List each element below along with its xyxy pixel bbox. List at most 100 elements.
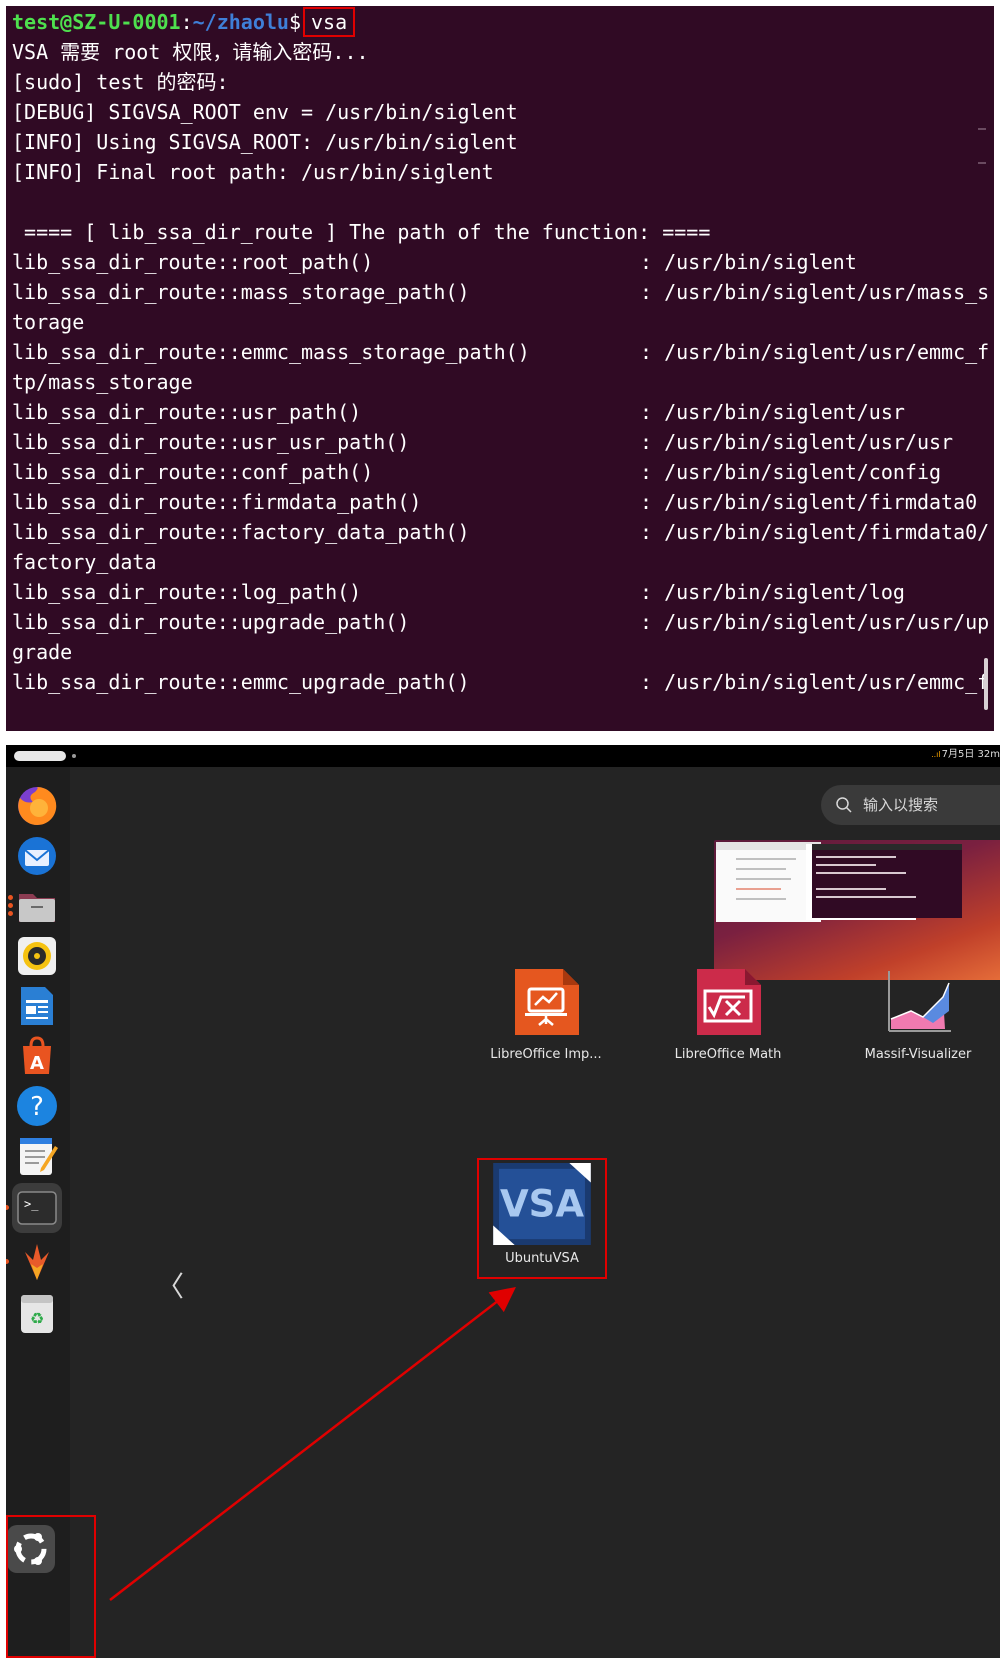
app-tile-libreoffice-impress[interactable]: LibreOffice Imp... — [466, 967, 626, 1062]
top-bar-status[interactable]: ..ıl7月5日 32m — [931, 745, 1000, 760]
route-name: lib_ssa_dir_route::emmc_upgrade_path() — [12, 670, 470, 694]
prompt-path: ~/zhaolu — [192, 10, 289, 34]
route-line: lib_ssa_dir_route::upgrade_path(): /usr/… — [12, 606, 989, 638]
thumb-text — [816, 896, 916, 898]
route-value: : /usr/bin/siglent — [640, 250, 857, 274]
thumb-text — [816, 864, 876, 866]
route-line: lib_ssa_dir_route::usr_usr_path() : /usr/… — [12, 426, 953, 458]
dock-item-text-editor[interactable] — [12, 1131, 62, 1181]
dock-item-writer[interactable] — [12, 981, 62, 1031]
activities-indicator[interactable] — [14, 751, 76, 761]
command-text: vsa — [303, 7, 356, 37]
previous-page-button[interactable]: 〈 — [156, 1265, 184, 1305]
dock-item-app-center[interactable]: A — [12, 1031, 62, 1081]
dock-item-terminal[interactable]: >_ — [6, 1183, 62, 1233]
screenshot-composite: test@SZ-U-0001:~/zhaolu$ vsa VSA 需要 root … — [0, 0, 1000, 1658]
output-line: [INFO] Using SIGVSA_ROOT: /usr/bin/sigle… — [12, 130, 518, 154]
prompt-symbol: $ — [288, 10, 301, 34]
search-input[interactable] — [861, 795, 1000, 815]
files-icon — [19, 894, 55, 922]
siglent-icon — [25, 1244, 49, 1280]
edge-mark — [978, 162, 986, 164]
output-line: VSA 需要 root 权限，请输入密码... — [12, 40, 369, 64]
output-line: [sudo] test 的密码: — [12, 70, 229, 94]
thunderbird-icon — [18, 837, 56, 875]
thumb-text — [816, 872, 906, 874]
dock-item-trash[interactable]: ♻ — [12, 1289, 62, 1339]
top-bar: ..ıl7月5日 32m — [6, 745, 1000, 767]
prompt-line: test@SZ-U-0001:~/zhaolu$ vsa — [12, 6, 356, 38]
thumb-text — [816, 856, 896, 858]
search-box[interactable] — [821, 785, 1000, 825]
route-line: lib_ssa_dir_route::usr_path(): /usr/bin/… — [12, 396, 905, 428]
route-line: lib_ssa_dir_route::firmdata_path() : /usr… — [12, 486, 977, 518]
route-line: lib_ssa_dir_route::factory_data_path() : … — [12, 516, 989, 548]
help-icon: ? — [17, 1086, 57, 1126]
signal-icon: ..ıl — [931, 750, 941, 759]
thumb-row — [736, 868, 786, 870]
app-center-icon: A — [23, 1036, 51, 1074]
route-value: : /usr/bin/siglent/usr/emmc_f — [640, 670, 990, 694]
thumb-titlebar — [812, 844, 962, 850]
highlight-box — [477, 1158, 607, 1279]
section-header-line: ==== [ lib_ssa_dir_route ] The path of t… — [12, 220, 711, 244]
route-value: : /usr/bin/siglent/usr — [640, 400, 905, 424]
route-line: lib_ssa_dir_route::root_path() : /usr/bin… — [12, 246, 857, 278]
dock-item-rhythmbox[interactable] — [12, 931, 62, 981]
dock-item-files[interactable] — [8, 881, 62, 931]
app-tile-libreoffice-math[interactable]: LibreOffice Math — [648, 967, 808, 1062]
app-tile-massif-visualizer[interactable]: Massif-Visualizer — [838, 967, 998, 1062]
route-line: lib_ssa_dir_route::emmc_upgrade_path() : … — [12, 666, 989, 698]
app-label: LibreOffice Imp... — [490, 1047, 602, 1062]
route-name: lib_ssa_dir_route::firmdata_path() — [12, 490, 422, 514]
svg-text:?: ? — [30, 1092, 44, 1122]
desktop: ..ıl7月5日 32m A ? >_ ♻ 输入以搜索 LibreOffice … — [6, 745, 1000, 1658]
route-line: lib_ssa_dir_route::emmc_mass_storage_pat… — [12, 336, 989, 368]
route-value: : /usr/bin/siglent/usr/usr/up — [640, 610, 990, 634]
route-wrap-line: grade — [12, 640, 73, 664]
dock-item-help[interactable]: ? — [12, 1081, 62, 1131]
svg-text:>_: >_ — [24, 1197, 39, 1211]
running-indicator — [6, 1259, 9, 1264]
route-value: : /usr/bin/siglent/firmdata0/ — [640, 520, 990, 544]
route-name: lib_ssa_dir_route::factory_data_path() — [12, 520, 470, 544]
dock-item-firefox[interactable] — [12, 781, 62, 831]
terminal-scrollbar[interactable] — [984, 658, 988, 710]
edge-mark — [978, 128, 986, 130]
thumb-row — [736, 858, 796, 860]
dock-item-siglent[interactable] — [6, 1237, 62, 1287]
route-value: : /usr/bin/siglent/config — [640, 460, 942, 484]
running-indicator — [8, 911, 13, 916]
libreoffice-impress-icon — [515, 969, 579, 1035]
terminal-window[interactable]: test@SZ-U-0001:~/zhaolu$ vsa VSA 需要 root … — [6, 6, 994, 731]
search-icon — [836, 797, 852, 813]
output-line: [DEBUG] SIGVSA_ROOT env = /usr/bin/sigle… — [12, 100, 518, 124]
clock: 7月5日 32m — [941, 749, 1000, 760]
route-name: lib_ssa_dir_route::mass_storage_path() — [12, 280, 470, 304]
workspace-thumbnail[interactable] — [714, 840, 1000, 980]
svg-text:A: A — [30, 1053, 44, 1074]
thumb-row — [736, 888, 781, 890]
route-value: : /usr/bin/siglent/log — [640, 580, 905, 604]
route-name: lib_ssa_dir_route::conf_path() — [12, 460, 374, 484]
running-indicator — [8, 903, 13, 908]
dock-item-thunderbird[interactable] — [12, 831, 62, 881]
route-value: : /usr/bin/siglent/usr/mass_s — [640, 280, 990, 304]
route-name: lib_ssa_dir_route::root_path() — [12, 250, 374, 274]
thumb-text — [816, 888, 886, 890]
route-line: lib_ssa_dir_route::mass_storage_path() : … — [12, 276, 989, 308]
route-wrap-line: torage — [12, 310, 85, 334]
terminal-icon: >_ — [17, 1191, 57, 1225]
route-line: lib_ssa_dir_route::conf_path() : /usr/bin… — [12, 456, 941, 488]
running-indicator — [6, 1205, 9, 1210]
route-name: lib_ssa_dir_route::usr_usr_path() — [12, 430, 410, 454]
thumb-terminal-window — [812, 844, 962, 918]
highlight-box — [6, 1515, 96, 1658]
route-wrap-line: factory_data — [12, 550, 157, 574]
route-value: : /usr/bin/siglent/usr/emmc_f — [640, 340, 990, 364]
thumb-row — [736, 898, 786, 900]
firefox-icon — [18, 786, 57, 825]
route-value: : /usr/bin/siglent/usr/usr — [640, 430, 954, 454]
thumb-row — [736, 878, 791, 880]
route-value: : /usr/bin/siglent/firmdata0 — [640, 490, 978, 514]
